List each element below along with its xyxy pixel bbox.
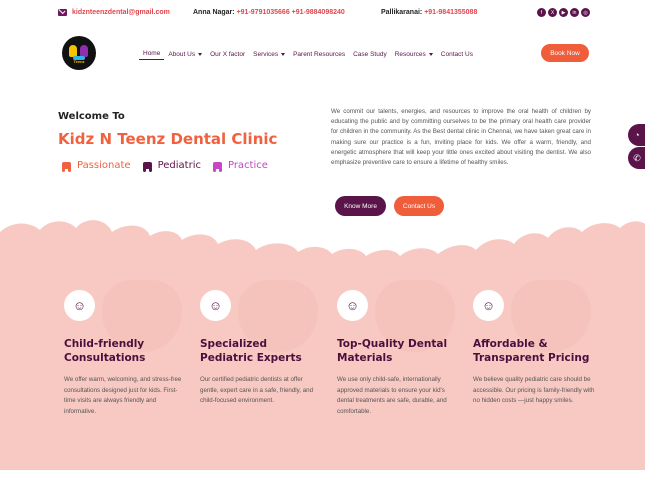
phone2-numbers: +91-9841355088 (424, 9, 478, 16)
nav-services[interactable]: Services (249, 48, 289, 60)
phone-pallikaranai[interactable]: Pallikaranai: +91-9841355088 (381, 9, 477, 16)
whatsapp-float-button[interactable]: ◔ (628, 124, 645, 146)
feature-text: We use only child-safe, internationally … (337, 376, 447, 415)
x-icon[interactable]: X (548, 8, 557, 17)
contact-us-button[interactable]: Contact Us (394, 196, 444, 216)
phone-anna-nagar[interactable]: Anna Nagar: +91-9791035666 +91-988409824… (193, 9, 345, 16)
nav-contact-us[interactable]: Contact Us (437, 48, 477, 60)
nav-home[interactable]: Home (139, 48, 165, 60)
linkedin-icon[interactable]: in (570, 8, 579, 17)
book-now-button[interactable]: Book Now (541, 44, 589, 62)
site-logo[interactable]: Teenz (62, 36, 96, 70)
tag-passionate: Passionate (62, 160, 131, 172)
intro-paragraph: We commit our talents, energies, and res… (331, 108, 591, 167)
chevron-down-icon (281, 52, 286, 56)
know-more-button[interactable]: Know More (335, 196, 386, 216)
tooth-icon (62, 162, 71, 172)
tag-pediatric: Pediatric (142, 160, 201, 172)
email-text: kidznteenzdental@gmail.com (72, 9, 170, 16)
logo-text: Teenz (73, 59, 85, 64)
happy-tooth-icon: ☺ (72, 298, 87, 313)
feature-card-2: ☺ Specialized Pediatric Experts Our cert… (200, 280, 322, 407)
card-icon-wrap: ☺ (337, 290, 368, 321)
tagline: Passionate Pediatric Practice (62, 160, 268, 172)
feature-title: Specialized Pediatric Experts (200, 338, 302, 364)
chevron-down-icon (198, 52, 203, 56)
nav-resources[interactable]: Resources (391, 48, 437, 60)
call-float-button[interactable]: ✆ (628, 147, 645, 169)
next-section (0, 470, 645, 498)
phone1-label: Anna Nagar: (193, 9, 235, 16)
phone2-label: Pallikaranai: (381, 9, 423, 16)
happy-tooth-icon: ☺ (481, 298, 496, 313)
tooth-icon (212, 162, 222, 172)
feature-text: Our certified pediatric dentists at offe… (200, 376, 314, 404)
facebook-icon[interactable]: f (537, 8, 546, 17)
feature-text: We offer warm, welcoming, and stress-fre… (64, 376, 182, 415)
card-icon-wrap: ☺ (200, 290, 231, 321)
envelope-icon (58, 9, 67, 16)
main-nav: Home About Us Our X factor Services Pare… (139, 48, 477, 60)
card-icon-wrap: ☺ (64, 290, 95, 321)
happy-tooth-icon: ☺ (345, 298, 360, 313)
feature-card-1: ☺ Child-friendly Consultations We offer … (64, 280, 186, 417)
feature-title: Top-Quality Dental Materials (337, 338, 448, 364)
welcome-heading: Welcome To (58, 111, 125, 122)
whatsapp-icon: ◔ (634, 130, 640, 140)
card-icon-wrap: ☺ (473, 290, 504, 321)
chevron-down-icon (428, 52, 433, 56)
happy-tooth-icon: ☺ (208, 298, 223, 313)
tooth-icon (142, 162, 152, 172)
top-bar: kidznteenzdental@gmail.com Anna Nagar: +… (0, 0, 645, 28)
nav-our-x-factor[interactable]: Our X factor (206, 48, 249, 60)
feature-text: We believe quality pediatric care should… (473, 376, 595, 404)
phone-icon: ✆ (633, 152, 641, 163)
youtube-icon[interactable]: ▶ (559, 8, 568, 17)
nav-parent-resources[interactable]: Parent Resources (289, 48, 349, 60)
feature-title: Affordable & Transparent Pricing (473, 338, 590, 364)
feature-card-3: ☺ Top-Quality Dental Materials We use on… (337, 280, 459, 417)
email-link[interactable]: kidznteenzdental@gmail.com (58, 9, 170, 16)
nav-about-us[interactable]: About Us (164, 48, 206, 60)
feature-title: Child-friendly Consultations (64, 338, 146, 364)
phone1-numbers: +91-9791035666 +91-9884098240 (236, 9, 345, 16)
nav-case-study[interactable]: Case Study (349, 48, 391, 60)
social-links: f X ▶ in ◎ (537, 8, 590, 17)
tag-practice: Practice (212, 160, 268, 172)
instagram-icon[interactable]: ◎ (581, 8, 590, 17)
feature-card-4: ☺ Affordable & Transparent Pricing We be… (473, 280, 595, 407)
clinic-name-heading: Kidz N Teenz Dental Clinic (58, 130, 278, 148)
